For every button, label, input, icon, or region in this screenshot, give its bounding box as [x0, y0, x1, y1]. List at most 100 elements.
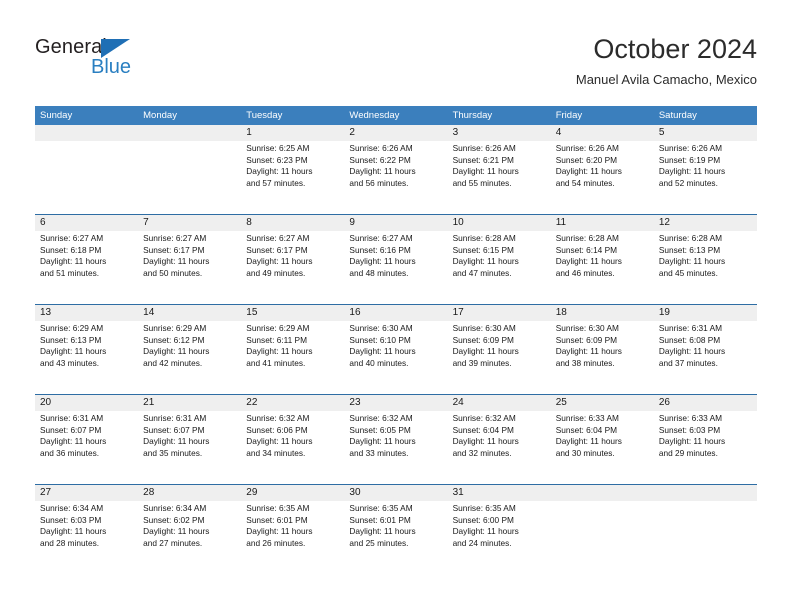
day-detail-line: Daylight: 11 hours	[555, 436, 622, 447]
day-number[interactable]: 6	[35, 215, 138, 231]
day-detail-line: Daylight: 11 hours	[246, 166, 313, 177]
day-detail-line: Daylight: 11 hours	[452, 346, 519, 357]
day-cell[interactable]: Sunrise: 6:27 AM Sunset: 6:17 PM Daylight:…	[241, 231, 344, 304]
day-cell[interactable]: Sunrise: 6:29 AM Sunset: 6:11 PM Daylight:…	[241, 321, 344, 394]
day-cell[interactable]: Sunrise: 6:29 AM Sunset: 6:12 PM Daylight:…	[138, 321, 241, 394]
day-number[interactable]: 13	[35, 305, 138, 321]
day-detail-line: and 46 minutes.	[555, 267, 615, 278]
day-cell[interactable]: Sunrise: 6:34 AM Sunset: 6:03 PM Daylight:…	[35, 501, 138, 574]
day-detail-line: Sunset: 6:03 PM	[40, 514, 102, 525]
day-cell[interactable]: Sunrise: 6:28 AM Sunset: 6:13 PM Daylight:…	[654, 231, 757, 304]
day-cell[interactable]: Sunrise: 6:27 AM Sunset: 6:17 PM Daylight:…	[138, 231, 241, 304]
day-number[interactable]: 14	[138, 305, 241, 321]
day-cell[interactable]: Sunrise: 6:35 AM Sunset: 6:01 PM Daylight:…	[241, 501, 344, 574]
day-cell[interactable]: Sunrise: 6:32 AM Sunset: 6:06 PM Daylight:…	[241, 411, 344, 484]
day-detail-line: Sunrise: 6:31 AM	[40, 413, 104, 423]
day-detail-line: Sunrise: 6:33 AM	[658, 413, 723, 423]
day-number[interactable]: 1	[241, 125, 344, 141]
day-number[interactable]: 25	[551, 395, 654, 411]
day-detail-line: Sunrise: 6:28 AM	[555, 233, 619, 243]
day-number[interactable]: 10	[448, 215, 551, 231]
day-cell[interactable]: Sunrise: 6:35 AM Sunset: 6:00 PM Daylight:…	[448, 501, 551, 574]
day-detail-line: Sunrise: 6:29 AM	[143, 323, 207, 333]
week-detail-band: Sunrise: 6:25 AM Sunset: 6:23 PM Daylight:…	[35, 141, 757, 214]
day-cell[interactable]: Sunrise: 6:30 AM Sunset: 6:09 PM Daylight:…	[448, 321, 551, 394]
day-cell[interactable]: Sunrise: 6:27 AM Sunset: 6:18 PM Daylight:…	[35, 231, 138, 304]
day-cell[interactable]: Sunrise: 6:27 AM Sunset: 6:16 PM Daylight:…	[344, 231, 447, 304]
day-cell[interactable]: Sunrise: 6:26 AM Sunset: 6:19 PM Daylight:…	[654, 141, 757, 214]
day-number[interactable]: 16	[344, 305, 447, 321]
day-cell[interactable]: Sunrise: 6:35 AM Sunset: 6:01 PM Daylight:…	[344, 501, 447, 574]
day-detail-line: Daylight: 11 hours	[658, 256, 726, 267]
day-cell[interactable]: Sunrise: 6:31 AM Sunset: 6:08 PM Daylight:…	[654, 321, 757, 394]
day-detail-line: Sunset: 6:07 PM	[40, 424, 102, 435]
day-cell[interactable]: Sunrise: 6:33 AM Sunset: 6:04 PM Daylight:…	[551, 411, 654, 484]
day-cell[interactable]: Sunrise: 6:29 AM Sunset: 6:13 PM Daylight:…	[35, 321, 138, 394]
day-cell[interactable]: Sunrise: 6:30 AM Sunset: 6:09 PM Daylight:…	[551, 321, 654, 394]
day-cell[interactable]: Sunrise: 6:28 AM Sunset: 6:14 PM Daylight:…	[551, 231, 654, 304]
day-cell[interactable]: Sunrise: 6:34 AM Sunset: 6:02 PM Daylight:…	[138, 501, 241, 574]
day-number[interactable]: 23	[344, 395, 447, 411]
day-number[interactable]: 7	[138, 215, 241, 231]
day-cell[interactable]: Sunrise: 6:26 AM Sunset: 6:20 PM Daylight:…	[551, 141, 654, 214]
day-number[interactable]: 8	[241, 215, 344, 231]
day-detail-line: Daylight: 11 hours	[452, 436, 519, 447]
day-detail-line: Sunset: 6:17 PM	[246, 244, 308, 255]
day-number[interactable]: 20	[35, 395, 138, 411]
day-cell[interactable]: Sunrise: 6:28 AM Sunset: 6:15 PM Daylight:…	[448, 231, 551, 304]
weekday-header-sunday: Sunday	[40, 110, 73, 121]
day-number[interactable]: 26	[654, 395, 757, 411]
day-detail-line: Daylight: 11 hours	[246, 256, 313, 267]
day-cell[interactable]: Sunrise: 6:31 AM Sunset: 6:07 PM Daylight:…	[138, 411, 241, 484]
day-number[interactable]: 30	[344, 485, 447, 501]
day-number[interactable]: 27	[35, 485, 138, 501]
day-number-empty	[551, 485, 654, 501]
day-detail-line: and 37 minutes.	[658, 357, 718, 368]
day-cell[interactable]: Sunrise: 6:26 AM Sunset: 6:22 PM Daylight:…	[344, 141, 447, 214]
day-cell-empty	[551, 501, 654, 574]
day-detail-line: Daylight: 11 hours	[555, 256, 622, 267]
day-number[interactable]: 3	[448, 125, 551, 141]
week-detail-band: Sunrise: 6:29 AM Sunset: 6:13 PM Daylight:…	[35, 321, 757, 394]
day-number[interactable]: 24	[448, 395, 551, 411]
day-number[interactable]: 17	[448, 305, 551, 321]
day-number[interactable]: 2	[344, 125, 447, 141]
day-detail-line: Daylight: 11 hours	[658, 346, 726, 357]
day-number[interactable]: 21	[138, 395, 241, 411]
day-cell[interactable]: Sunrise: 6:31 AM Sunset: 6:07 PM Daylight:…	[35, 411, 138, 484]
day-detail-line: Sunset: 6:10 PM	[349, 334, 411, 345]
day-detail-line: Daylight: 11 hours	[349, 436, 416, 447]
day-number[interactable]: 19	[654, 305, 757, 321]
day-cell[interactable]: Sunrise: 6:26 AM Sunset: 6:21 PM Daylight:…	[448, 141, 551, 214]
day-cell[interactable]: Sunrise: 6:32 AM Sunset: 6:05 PM Daylight:…	[344, 411, 447, 484]
weekday-header-friday: Friday	[555, 110, 583, 121]
day-detail-line: Sunset: 6:02 PM	[143, 514, 205, 525]
day-number[interactable]: 28	[138, 485, 241, 501]
day-number[interactable]: 9	[344, 215, 447, 231]
day-cell[interactable]: Sunrise: 6:33 AM Sunset: 6:03 PM Daylight:…	[654, 411, 757, 484]
weekday-header-tuesday: Tuesday	[246, 110, 283, 121]
day-cell[interactable]: Sunrise: 6:30 AM Sunset: 6:10 PM Daylight:…	[344, 321, 447, 394]
day-number[interactable]: 31	[448, 485, 551, 501]
day-number[interactable]: 18	[551, 305, 654, 321]
day-number[interactable]: 22	[241, 395, 344, 411]
day-detail-line: Sunset: 6:07 PM	[143, 424, 205, 435]
day-cell[interactable]: Sunrise: 6:32 AM Sunset: 6:04 PM Daylight:…	[448, 411, 551, 484]
day-number[interactable]: 29	[241, 485, 344, 501]
day-detail-line: Sunrise: 6:32 AM	[246, 413, 310, 423]
day-detail-line: Sunrise: 6:25 AM	[246, 143, 310, 153]
day-detail-line: and 57 minutes.	[246, 177, 306, 188]
day-number[interactable]: 12	[654, 215, 757, 231]
day-detail-line: and 43 minutes.	[40, 357, 100, 368]
day-cell[interactable]: Sunrise: 6:25 AM Sunset: 6:23 PM Daylight:…	[241, 141, 344, 214]
day-number[interactable]: 5	[654, 125, 757, 141]
day-detail-line: and 34 minutes.	[246, 447, 306, 458]
day-number[interactable]: 15	[241, 305, 344, 321]
week-daynumber-band: 20 21 22 23 24 25 26	[35, 395, 757, 411]
title-block: October 2024 Manuel Avila Camacho, Mexic…	[576, 33, 757, 87]
day-detail-line: Sunset: 6:15 PM	[452, 244, 514, 255]
day-detail-line: and 56 minutes.	[349, 177, 409, 188]
day-number[interactable]: 4	[551, 125, 654, 141]
day-number[interactable]: 11	[551, 215, 654, 231]
day-detail-line: and 30 minutes.	[555, 447, 615, 458]
